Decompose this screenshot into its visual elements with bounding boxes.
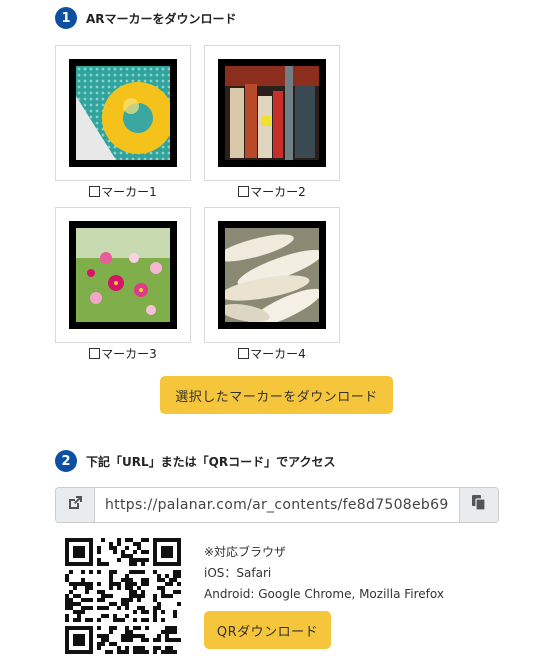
- marker-2-label: マーカー2: [250, 185, 306, 199]
- marker-2-checkbox[interactable]: [238, 186, 250, 197]
- step-2-header: 2 下記「URL」または「QRコード」でアクセス: [55, 450, 335, 472]
- marker-4-checkbox[interactable]: [238, 348, 250, 359]
- open-link-button[interactable]: [56, 488, 95, 522]
- marker-image-frame[interactable]: [204, 207, 340, 343]
- marker-4-label: マーカー4: [250, 347, 306, 361]
- step-1-header: 1 ARマーカーをダウンロード: [55, 7, 237, 29]
- browsers-heading: ※対応ブラウザ: [204, 545, 287, 559]
- qr-download-button[interactable]: QRダウンロード: [204, 611, 331, 649]
- marker-image-frame[interactable]: [55, 207, 191, 343]
- marker-image-frame[interactable]: [204, 45, 340, 181]
- marker-3-label: マーカー3: [101, 347, 157, 361]
- marker-1-label: マーカー1: [101, 185, 157, 199]
- marker-1-checkbox[interactable]: [89, 186, 101, 197]
- step-1-badge: 1: [55, 7, 77, 29]
- step-2-badge: 2: [55, 450, 77, 472]
- external-link-icon: [67, 495, 83, 515]
- browsers-android: Android: Google Chrome, Mozilla Firefox: [204, 587, 444, 601]
- qr-code-image: [65, 538, 181, 654]
- marker-2-image: [225, 66, 319, 160]
- marker-card-4: マーカー4: [204, 207, 340, 362]
- supported-browsers: ※対応ブラウザ iOS：Safari Android: Google Chrom…: [204, 542, 444, 605]
- copy-url-button[interactable]: [459, 488, 498, 522]
- marker-1-image: [76, 66, 170, 160]
- marker-card-1: マーカー1: [55, 45, 191, 200]
- browsers-ios: iOS：Safari: [204, 566, 272, 580]
- step-2-title: 下記「URL」または「QRコード」でアクセス: [86, 454, 336, 469]
- marker-4-image: [225, 228, 319, 322]
- marker-3-image: [76, 228, 170, 322]
- marker-card-3: マーカー3: [55, 207, 191, 362]
- marker-image-frame[interactable]: [55, 45, 191, 181]
- url-input-group: https://palanar.com/ar_contents/fe8d7508…: [55, 487, 499, 523]
- step-1-title: ARマーカーをダウンロード: [86, 11, 237, 26]
- marker-card-2: マーカー2: [204, 45, 340, 200]
- download-markers-button[interactable]: 選択したマーカーをダウンロード: [160, 376, 393, 414]
- url-field[interactable]: https://palanar.com/ar_contents/fe8d7508…: [95, 488, 459, 522]
- marker-3-checkbox[interactable]: [89, 348, 101, 359]
- copy-icon: [472, 495, 486, 515]
